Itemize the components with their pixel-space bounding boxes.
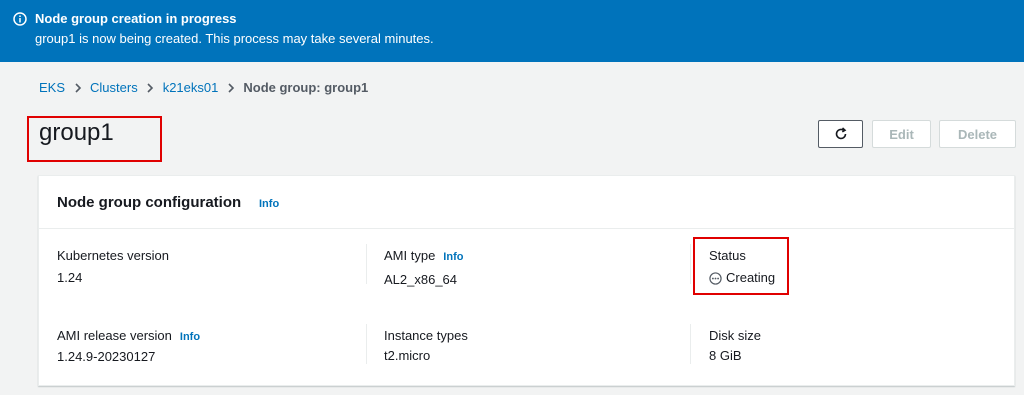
column-divider bbox=[366, 324, 367, 364]
delete-button[interactable]: Delete bbox=[939, 120, 1016, 148]
node-group-config-panel: Node group configuration Info Kubernetes… bbox=[38, 175, 1015, 386]
ami-type-info-link[interactable]: Info bbox=[443, 251, 463, 263]
edit-button[interactable]: Edit bbox=[872, 120, 931, 148]
flash-message: group1 is now being created. This proces… bbox=[35, 31, 434, 46]
breadcrumb-cluster[interactable]: k21eks01 bbox=[163, 80, 219, 96]
panel-title: Node group configuration bbox=[57, 194, 242, 211]
info-icon bbox=[13, 12, 27, 26]
breadcrumb: EKS Clusters k21eks01 Node group: group1 bbox=[39, 80, 368, 96]
column-divider bbox=[690, 324, 691, 364]
refresh-button[interactable] bbox=[818, 120, 863, 148]
panel-header: Node group configuration Info bbox=[39, 176, 1014, 229]
disk-size-value: 8 GiB bbox=[709, 348, 742, 363]
ami-release-value: 1.24.9-20230127 bbox=[57, 349, 156, 364]
breadcrumb-clusters[interactable]: Clusters bbox=[90, 80, 138, 96]
column-divider bbox=[690, 244, 691, 284]
annotation-box-title bbox=[27, 116, 162, 162]
ami-type-value: AL2_x86_64 bbox=[384, 272, 458, 287]
ami-type-label: AMI type Info bbox=[384, 248, 463, 265]
ami-release-label-text: AMI release version bbox=[57, 328, 172, 343]
chevron-right-icon bbox=[65, 83, 90, 93]
k8s-version-value: 1.24 bbox=[57, 270, 83, 285]
breadcrumb-eks[interactable]: EKS bbox=[39, 80, 65, 96]
k8s-version-label: Kubernetes version bbox=[57, 248, 170, 263]
ami-release-label: AMI release version Info bbox=[57, 328, 200, 345]
annotation-box-status bbox=[693, 237, 789, 295]
refresh-icon bbox=[835, 127, 846, 140]
chevron-right-icon bbox=[218, 83, 243, 93]
flash-title: Node group creation in progress bbox=[35, 11, 237, 26]
flash-notification: Node group creation in progress group1 i… bbox=[0, 0, 1024, 62]
ami-type-label-text: AMI type bbox=[384, 248, 436, 263]
instance-types-value: t2.micro bbox=[384, 348, 431, 363]
breadcrumb-current: Node group: group1 bbox=[243, 80, 369, 95]
column-divider bbox=[366, 244, 367, 284]
config-info-link[interactable]: Info bbox=[259, 198, 279, 210]
chevron-right-icon bbox=[138, 83, 163, 93]
instance-types-label: Instance types bbox=[384, 328, 468, 343]
ami-release-info-link[interactable]: Info bbox=[180, 331, 200, 343]
disk-size-label: Disk size bbox=[709, 328, 762, 343]
